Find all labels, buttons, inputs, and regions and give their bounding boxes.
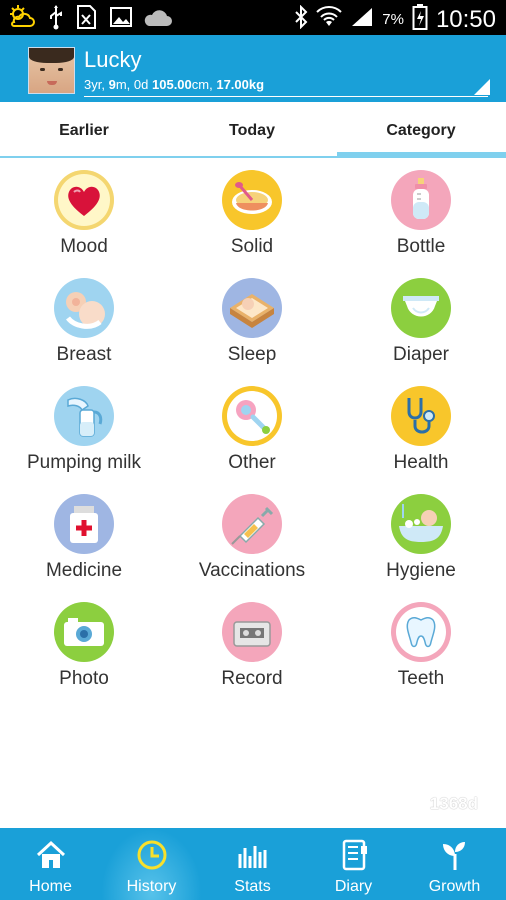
category-label: Other	[228, 452, 276, 473]
category-label: Bottle	[396, 236, 446, 257]
category-pumping-milk[interactable]: Pumping milk	[0, 378, 168, 486]
bottle-icon	[391, 170, 451, 230]
usb-icon	[48, 4, 64, 30]
image-icon	[110, 6, 132, 28]
cassette-icon	[222, 602, 282, 662]
child-age-m: m,	[115, 77, 131, 92]
bath-icon	[391, 494, 451, 554]
child-height: 105.00	[152, 77, 192, 92]
category-mood[interactable]: Mood	[0, 162, 168, 270]
wifi-icon	[316, 6, 342, 33]
status-bar: 7% 10:50	[0, 0, 506, 35]
tab-today[interactable]: Today	[168, 102, 336, 158]
category-vaccinations[interactable]: Vaccinations	[168, 486, 336, 594]
battery-percent: 7%	[382, 11, 404, 28]
category-label: Hygiene	[386, 560, 456, 581]
category-label: Photo	[59, 668, 109, 689]
category-label: Teeth	[397, 668, 445, 689]
child-age-days: 0d	[133, 77, 149, 92]
clock-time: 10:50	[435, 5, 496, 33]
category-hygiene[interactable]: Hygiene	[337, 486, 505, 594]
category-record[interactable]: Record	[168, 594, 336, 702]
weather-icon	[8, 4, 36, 30]
tab-category[interactable]: Category	[337, 102, 505, 158]
category-label: Medicine	[45, 560, 123, 581]
crib-icon	[222, 278, 282, 338]
child-age-years: 3yr,	[84, 77, 105, 92]
cloud-icon	[144, 5, 172, 29]
child-selector-indicator[interactable]	[474, 79, 490, 95]
rattle-icon	[222, 386, 282, 446]
child-weight: 17.00	[216, 77, 249, 92]
camera-icon	[54, 602, 114, 662]
child-info: 3yr, 9m, 0d 105.00cm, 17.00kg	[84, 77, 264, 92]
bluetooth-icon	[294, 4, 308, 34]
category-label: Pumping milk	[26, 452, 142, 473]
category-label: Breast	[56, 344, 112, 365]
category-photo[interactable]: Photo	[0, 594, 168, 702]
category-label: Diaper	[393, 344, 449, 365]
status-bar-right: 7% 10:50	[294, 3, 496, 36]
nav-label: Diary	[334, 878, 373, 895]
category-medicine[interactable]: Medicine	[0, 486, 168, 594]
category-label: Sleep	[227, 344, 277, 365]
child-name: Lucky	[84, 47, 142, 72]
category-label: Mood	[60, 236, 108, 257]
sim-icon	[76, 4, 98, 30]
category-breast[interactable]: Breast	[0, 270, 168, 378]
category-label: Health	[393, 452, 449, 473]
stethoscope-icon	[391, 386, 451, 446]
tooth-icon	[391, 602, 451, 662]
bottom-nav: Home History Stats Diary Growth	[0, 828, 506, 900]
nav-label: Growth	[428, 878, 481, 895]
status-bar-left	[8, 4, 172, 30]
nav-stats[interactable]: Stats	[202, 828, 303, 900]
tab-active-indicator	[337, 152, 506, 158]
child-weight-unit: kg	[248, 77, 265, 92]
category-diaper[interactable]: Diaper	[337, 270, 505, 378]
category-label: Solid	[230, 236, 274, 257]
nav-growth[interactable]: Growth	[404, 828, 505, 900]
info-underline	[84, 96, 488, 97]
category-sleep[interactable]: Sleep	[168, 270, 336, 378]
category-solid[interactable]: Solid	[168, 162, 336, 270]
heart-icon	[54, 170, 114, 230]
category-bottle[interactable]: Bottle	[337, 162, 505, 270]
category-other[interactable]: Other	[168, 378, 336, 486]
tab-earlier[interactable]: Earlier	[0, 102, 168, 158]
tab-bar: Earlier Today Category	[0, 102, 506, 158]
category-label: Record	[221, 668, 283, 689]
diaper-icon	[391, 278, 451, 338]
category-label: Vaccinations	[198, 560, 306, 581]
child-age-months: 9	[108, 77, 116, 92]
child-height-unit: cm,	[191, 77, 213, 92]
breast-pump-icon	[54, 386, 114, 446]
child-avatar[interactable]	[28, 47, 75, 94]
age-days-watermark: 1368d	[429, 794, 478, 813]
bowl-icon	[222, 170, 282, 230]
battery-icon	[412, 3, 428, 36]
nav-label: Home	[29, 878, 72, 895]
nav-home[interactable]: Home	[0, 828, 101, 900]
nav-history[interactable]: History	[101, 828, 202, 900]
syringe-icon	[222, 494, 282, 554]
child-header[interactable]: Lucky 3yr, 9m, 0d 105.00cm, 17.00kg	[0, 35, 506, 102]
nav-label: Stats	[234, 878, 271, 895]
signal-icon	[350, 6, 374, 33]
category-teeth[interactable]: Teeth	[337, 594, 505, 702]
medicine-bottle-icon	[54, 494, 114, 554]
nav-diary[interactable]: Diary	[303, 828, 404, 900]
breastfeeding-icon	[54, 278, 114, 338]
category-health[interactable]: Health	[337, 378, 505, 486]
nav-label: History	[126, 878, 177, 895]
